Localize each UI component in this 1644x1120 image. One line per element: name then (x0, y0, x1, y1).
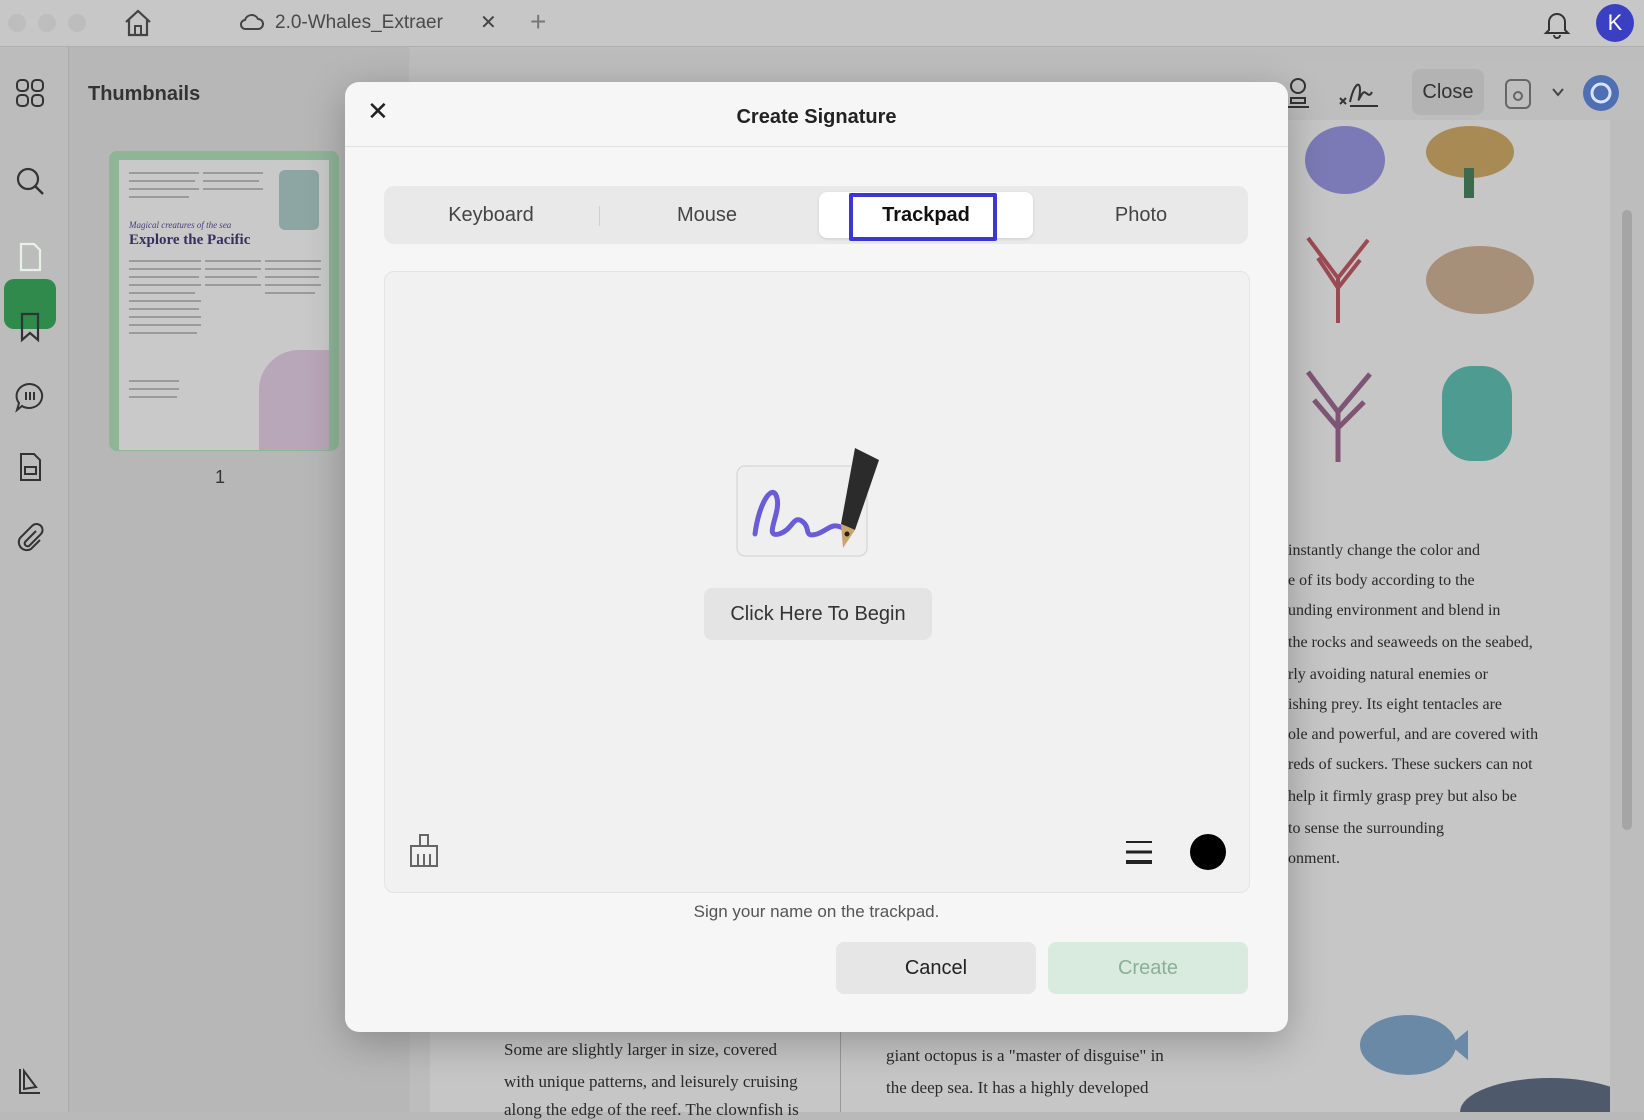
article-line: with unique patterns, and leisurely crui… (504, 1072, 798, 1091)
pages-icon[interactable] (14, 241, 46, 273)
tab-photo[interactable]: Photo (1034, 192, 1248, 238)
coral-image (1306, 370, 1372, 462)
attachment-icon[interactable] (14, 521, 46, 553)
thumbnail-title: Explore the Pacific (129, 232, 251, 248)
article-line: the deep sea. It has a highly developed (886, 1078, 1149, 1097)
fish-image (1360, 1015, 1468, 1075)
tab-keyboard[interactable]: Keyboard (384, 192, 598, 238)
coral-image (1306, 236, 1370, 323)
left-tool-bar (0, 47, 69, 1112)
article-line: rly avoiding natural enemies or (1288, 666, 1488, 683)
signature-pen-icon (736, 448, 879, 557)
dialog-title: Create Signature (736, 106, 897, 128)
article-line: ishing prey. Its eight tentacles are (1288, 696, 1502, 713)
article-line: ole and powerful, and are covered with (1288, 726, 1539, 743)
click-to-begin-button[interactable]: Click Here To Begin (704, 588, 932, 640)
comment-icon[interactable] (14, 381, 46, 413)
article-line: instantly change the color and (1288, 542, 1480, 559)
coral-image (1426, 126, 1514, 198)
document-tab-title[interactable]: 2.0-Whales_Extraer (275, 12, 443, 34)
article-line: onment. (1288, 850, 1340, 867)
thumbnail-subtitle: Magical creatures of the sea (129, 220, 232, 230)
bookmark-icon[interactable] (14, 311, 46, 343)
thumbnail-page-number: 1 (215, 467, 226, 487)
cancel-button[interactable]: Cancel (836, 942, 1036, 994)
avatar[interactable]: K (1596, 4, 1634, 42)
signature-icon[interactable] (1336, 76, 1380, 110)
search-icon[interactable] (14, 165, 46, 197)
signature-pad[interactable]: Click Here To Begin (384, 271, 1250, 893)
coral-image (1426, 246, 1534, 314)
input-method-tabs: Keyboard Mouse Trackpad Photo (384, 186, 1248, 244)
article-line: giant octopus is a "master of disguise" … (886, 1046, 1164, 1065)
instruction-text: Sign your name on the trackpad. (693, 902, 940, 921)
article-line: along the edge of the reef. The clownfis… (504, 1100, 799, 1119)
bell-icon[interactable] (1542, 8, 1572, 40)
article-line: e of its body according to the (1288, 572, 1475, 589)
window-close-dot[interactable] (8, 14, 26, 32)
stroke-width-icon[interactable] (1125, 838, 1153, 866)
tab-focus-highlight (849, 193, 997, 241)
article-line: the rocks and seaweeds on the seabed, (1288, 634, 1533, 651)
tab-trackpad[interactable]: Trackpad (819, 192, 1033, 241)
new-tab-icon[interactable]: + (530, 6, 546, 38)
article-line: to sense the surrounding (1288, 820, 1444, 837)
article-line: reds of suckers. These suckers can not (1288, 756, 1533, 773)
close-toolbar-button[interactable]: Close (1412, 69, 1484, 115)
fish-image (1460, 1078, 1610, 1112)
article-line: unding environment and blend in (1288, 602, 1501, 619)
form-icon[interactable] (14, 451, 46, 483)
title-bar: 2.0-Whales_Extraer ✕ + K (0, 0, 1644, 47)
thumbnails-heading: Thumbnails (88, 83, 201, 105)
window-minimize-dot[interactable] (38, 14, 56, 32)
dialog-header: ✕ Create Signature (345, 82, 1288, 147)
coral-image (1305, 126, 1385, 194)
home-icon[interactable] (122, 8, 154, 38)
article-line: Some are slightly larger in size, covere… (504, 1040, 778, 1059)
layers-icon[interactable] (14, 1065, 46, 1097)
save-icon[interactable] (1504, 78, 1532, 110)
create-signature-dialog: ✕ Create Signature Keyboard Mouse Trackp… (345, 82, 1288, 1032)
clear-icon[interactable] (407, 832, 441, 868)
cloud-icon (240, 14, 264, 30)
close-tab-icon[interactable]: ✕ (480, 10, 497, 35)
article-line: help it firmly grasp prey but also be (1288, 788, 1517, 805)
grid-icon[interactable] (14, 77, 46, 109)
tab-mouse[interactable]: Mouse (600, 192, 814, 238)
window-zoom-dot[interactable] (68, 14, 86, 32)
column-divider (840, 1030, 841, 1112)
pen-color-swatch[interactable] (1190, 834, 1226, 870)
page-thumbnail[interactable]: Magical creatures of the sea Explore the… (119, 160, 329, 450)
ai-assistant-icon[interactable] (1582, 74, 1620, 112)
coral-image (1442, 366, 1512, 461)
document-scrollbar[interactable] (1622, 210, 1632, 830)
chevron-down-icon[interactable] (1550, 84, 1566, 100)
create-button[interactable]: Create (1048, 942, 1248, 994)
